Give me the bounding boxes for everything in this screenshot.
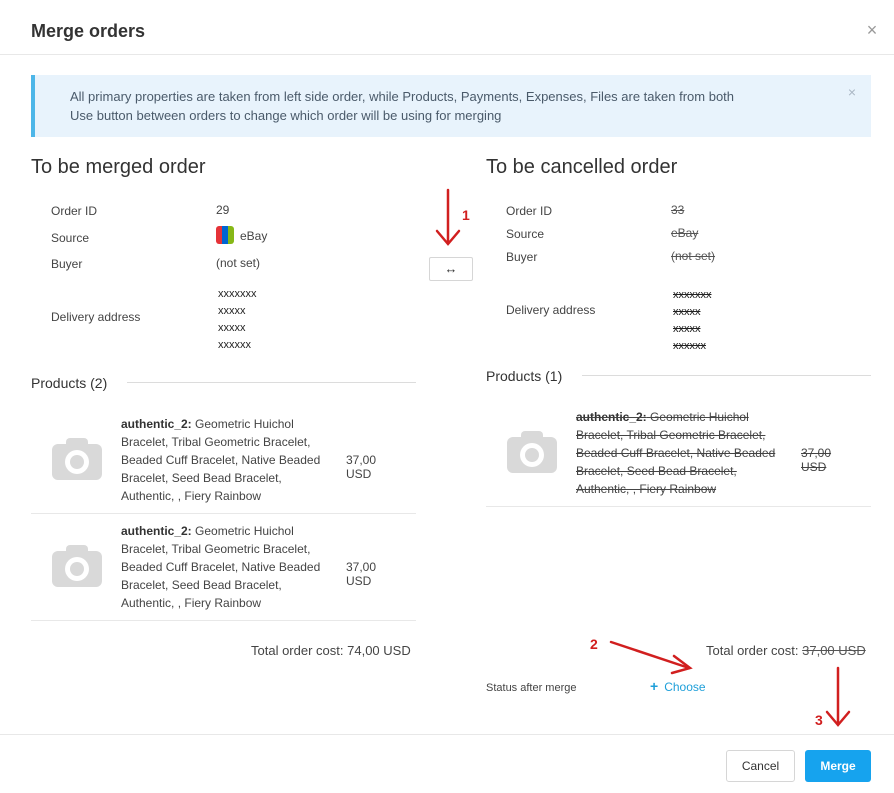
- right-address-line: xxxxxx: [673, 340, 706, 352]
- ebay-icon: [216, 226, 234, 244]
- left-source-label: Source: [51, 231, 90, 245]
- left-products-rule: [127, 382, 416, 383]
- right-order-id-label: Order ID: [506, 204, 553, 218]
- annotation-arrow-3-head: [825, 710, 851, 727]
- plus-icon: +: [650, 678, 659, 694]
- right-products-title: Products (1): [486, 368, 563, 384]
- left-address-line: xxxxx: [218, 322, 246, 334]
- left-buyer-label: Buyer: [51, 257, 83, 271]
- info-close-icon[interactable]: ×: [845, 85, 859, 99]
- right-address-line: xxxxx: [673, 306, 701, 318]
- left-order-id-label: Order ID: [51, 204, 98, 218]
- close-icon[interactable]: ×: [862, 20, 882, 40]
- annotation-number-1: 1: [462, 207, 470, 223]
- annotation-arrow-2-head: [670, 654, 693, 675]
- merge-button[interactable]: Merge: [805, 750, 871, 782]
- left-order-id-value: 29: [216, 203, 230, 217]
- right-buyer-value: (not set): [671, 249, 716, 263]
- merge-orders-dialog: Merge orders × All primary properties ar…: [0, 0, 894, 793]
- footer-divider: [0, 734, 894, 735]
- product-name: authentic_2: Geometric Huichol Bracelet,…: [576, 410, 776, 496]
- merged-order-title: To be merged order: [31, 156, 206, 178]
- dialog-header: Merge orders ×: [0, 0, 894, 55]
- left-address-line: xxxxx: [218, 305, 246, 317]
- camera-placeholder-icon: [52, 438, 102, 480]
- status-after-merge-label: Status after merge: [486, 682, 577, 694]
- right-buyer-label: Buyer: [506, 250, 538, 264]
- annotation-number-2: 2: [590, 636, 598, 652]
- annotation-arrow-1-head: [435, 229, 461, 246]
- right-source-value: eBay: [671, 226, 699, 240]
- right-source-label: Source: [506, 227, 545, 241]
- left-buyer-value: (not set): [216, 256, 261, 270]
- camera-placeholder-icon: [52, 545, 102, 587]
- dialog-title: Merge orders: [31, 21, 146, 41]
- annotation-arrow-2: [609, 640, 691, 670]
- info-banner: All primary properties are taken from le…: [31, 75, 871, 137]
- right-total: Total order cost: 37,00 USD: [706, 643, 866, 658]
- annotation-number-3: 3: [815, 712, 823, 728]
- left-address-line: xxxxxxx: [218, 288, 257, 300]
- product-name: authentic_2: Geometric Huichol Bracelet,…: [121, 524, 321, 610]
- cancelled-order-title: To be cancelled order: [486, 156, 678, 178]
- left-total-label: Total order cost:: [251, 643, 344, 658]
- left-total-value: 74,00 USD: [347, 643, 411, 658]
- divider: [31, 513, 416, 514]
- swap-orders-button[interactable]: ↔: [429, 257, 473, 281]
- right-delivery-label: Delivery address: [506, 303, 596, 317]
- choose-label: Choose: [664, 680, 706, 694]
- info-text-line2: Use button between orders to change whic…: [70, 108, 502, 123]
- product-price: 37,00 USD: [801, 446, 832, 474]
- divider: [31, 620, 416, 621]
- right-address-line: xxxxx: [673, 323, 701, 335]
- right-products-rule: [582, 375, 871, 376]
- right-address-line: xxxxxxx: [673, 289, 712, 301]
- info-text-line1: All primary properties are taken from le…: [70, 89, 735, 104]
- product-name: authentic_2: Geometric Huichol Bracelet,…: [121, 417, 321, 503]
- product-price: 37,00 USD: [346, 560, 377, 588]
- right-total-value: 37,00 USD: [802, 643, 866, 658]
- left-products-title: Products (2): [31, 375, 108, 391]
- choose-status-link[interactable]: + Choose: [650, 678, 706, 694]
- product-price: 37,00 USD: [346, 453, 377, 481]
- right-total-label: Total order cost:: [706, 643, 799, 658]
- cancel-button[interactable]: Cancel: [726, 750, 795, 782]
- left-source-value: eBay: [240, 229, 268, 243]
- camera-placeholder-icon: [507, 431, 557, 473]
- left-delivery-label: Delivery address: [51, 310, 141, 324]
- left-address-line: xxxxxx: [218, 339, 251, 351]
- right-order-id-value: 33: [671, 203, 685, 217]
- divider: [486, 506, 871, 507]
- left-total: Total order cost: 74,00 USD: [251, 643, 411, 658]
